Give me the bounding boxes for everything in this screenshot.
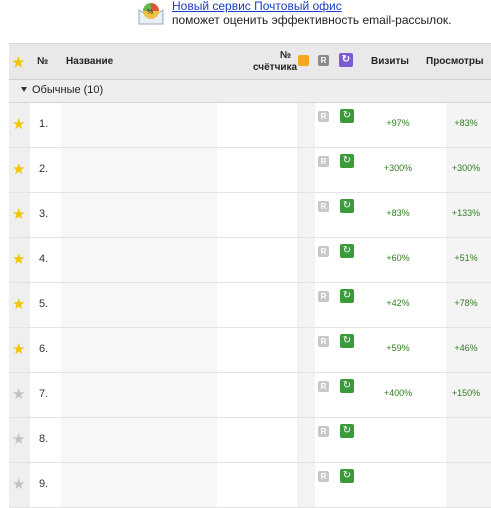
row-number: 7. <box>39 388 49 400</box>
counter-number-cell <box>297 283 315 327</box>
report-icon[interactable]: R <box>318 111 329 122</box>
star-icon[interactable]: ★ <box>12 207 25 222</box>
star-icon[interactable]: ★ <box>12 297 25 312</box>
refresh-icon[interactable]: ↻ <box>340 289 354 303</box>
counters-table: ★ № Название № счётчика R ↻ Визиты Просм… <box>9 43 491 508</box>
visits-cell <box>374 418 422 462</box>
report-icon[interactable]: R <box>318 246 329 257</box>
header-counter-line1: № <box>279 50 291 61</box>
header-name[interactable]: Название <box>66 56 113 67</box>
views-value: +83% <box>454 118 478 128</box>
mail-office-link[interactable]: Новый сервис Почтовый офис <box>172 0 342 13</box>
report-icon[interactable]: R <box>318 156 329 167</box>
refresh-icon[interactable]: ↻ <box>339 53 353 67</box>
promo-banner: % Новый сервис Почтовый офис поможет оце… <box>0 0 491 36</box>
views-value: +78% <box>454 298 478 308</box>
counter-name-cell[interactable] <box>61 373 217 417</box>
star-icon[interactable]: ★ <box>12 54 25 71</box>
report-icon[interactable]: R <box>318 471 329 482</box>
table-header: ★ № Название № счётчика R ↻ Визиты Просм… <box>9 43 491 80</box>
row-number: 4. <box>39 253 49 265</box>
report-icon[interactable]: R <box>318 336 329 347</box>
row-number: 6. <box>39 343 49 355</box>
counter-number-cell <box>297 328 315 372</box>
star-icon[interactable]: ★ <box>12 387 25 402</box>
table-row[interactable]: ★ 1. R ↻ +97% +83% <box>9 103 491 148</box>
star-icon[interactable]: ★ <box>12 117 25 132</box>
row-number: 2. <box>39 163 49 175</box>
refresh-icon[interactable]: ↻ <box>340 244 354 258</box>
counter-name-cell[interactable] <box>61 283 217 327</box>
counter-name-cell[interactable] <box>61 103 217 147</box>
refresh-icon[interactable]: ↻ <box>340 199 354 213</box>
row-number: 1. <box>39 118 49 130</box>
report-icon[interactable]: R <box>318 291 329 302</box>
counter-number-cell <box>297 373 315 417</box>
views-cell <box>446 418 491 462</box>
counter-number-cell <box>297 418 315 462</box>
collapse-arrow-icon[interactable] <box>21 87 27 92</box>
svg-text:%: % <box>147 9 153 16</box>
star-icon[interactable]: ★ <box>12 252 25 267</box>
views-value: +300% <box>451 163 481 173</box>
star-icon[interactable]: ★ <box>12 162 25 177</box>
views-value: +150% <box>451 388 481 398</box>
counter-number-cell <box>297 193 315 237</box>
counter-name-cell[interactable] <box>61 463 217 507</box>
row-number: 3. <box>39 208 49 220</box>
views-value: +133% <box>451 208 481 218</box>
report-icon[interactable]: R <box>318 426 329 437</box>
row-number: 8. <box>39 433 49 445</box>
counter-number-cell <box>297 103 315 147</box>
counter-number-cell <box>297 148 315 192</box>
views-value: +46% <box>454 343 478 353</box>
counter-name-cell[interactable] <box>61 238 217 282</box>
views-cell <box>446 463 491 507</box>
table-row[interactable]: ★ 2. R ↻ +300% +300% <box>9 148 491 193</box>
refresh-icon[interactable]: ↻ <box>340 379 354 393</box>
row-number: 9. <box>39 478 49 490</box>
refresh-icon[interactable]: ↻ <box>340 109 354 123</box>
counter-name-cell[interactable] <box>61 148 217 192</box>
table-row[interactable]: ★ 8. R ↻ <box>9 418 491 463</box>
table-row[interactable]: ★ 7. R ↻ +400% +150% <box>9 373 491 418</box>
counter-name-cell[interactable] <box>61 328 217 372</box>
refresh-icon[interactable]: ↻ <box>340 154 354 168</box>
refresh-icon[interactable]: ↻ <box>340 334 354 348</box>
star-icon[interactable]: ★ <box>12 342 25 357</box>
counter-number-cell <box>297 238 315 282</box>
report-icon[interactable]: R <box>318 55 329 66</box>
views-value: +51% <box>454 253 478 263</box>
promo-description: поможет оценить эффективность email-расс… <box>172 13 452 27</box>
table-row[interactable]: ★ 5. R ↻ +42% +78% <box>9 283 491 328</box>
counter-number-cell <box>297 463 315 507</box>
refresh-icon[interactable]: ↻ <box>340 424 354 438</box>
header-views[interactable]: Просмотры <box>426 56 484 67</box>
header-counter[interactable]: № счётчика <box>253 50 297 74</box>
header-num[interactable]: № <box>37 56 48 67</box>
table-row[interactable]: ★ 3. R ↻ +83% +133% <box>9 193 491 238</box>
table-row[interactable]: ★ 9. R ↻ <box>9 463 491 508</box>
row-number: 5. <box>39 298 49 310</box>
report-icon[interactable]: R <box>318 201 329 212</box>
header-visits[interactable]: Визиты <box>371 56 409 67</box>
table-row[interactable]: ★ 4. R ↻ +60% +51% <box>9 238 491 283</box>
group-row[interactable]: Обычные (10) <box>9 80 491 103</box>
counter-name-cell[interactable] <box>61 193 217 237</box>
visits-cell <box>374 463 422 507</box>
counter-name-cell[interactable] <box>61 418 217 462</box>
report-icon[interactable]: R <box>318 381 329 392</box>
header-counter-line2: счётчика <box>253 62 298 73</box>
star-icon[interactable]: ★ <box>12 432 25 447</box>
refresh-icon[interactable]: ↻ <box>340 469 354 483</box>
rows-container: ★ 1. R ↻ +97% +83% ★ 2. R ↻ +300% +300% ★ 3. R ↻ +83% +13… <box>9 103 491 508</box>
table-row[interactable]: ★ 6. R ↻ +59% +46% <box>9 328 491 373</box>
webvisor-icon[interactable] <box>298 55 309 66</box>
mail-office-icon: % <box>138 3 164 25</box>
star-icon[interactable]: ★ <box>12 477 25 492</box>
group-label: Обычные (10) <box>32 84 104 96</box>
